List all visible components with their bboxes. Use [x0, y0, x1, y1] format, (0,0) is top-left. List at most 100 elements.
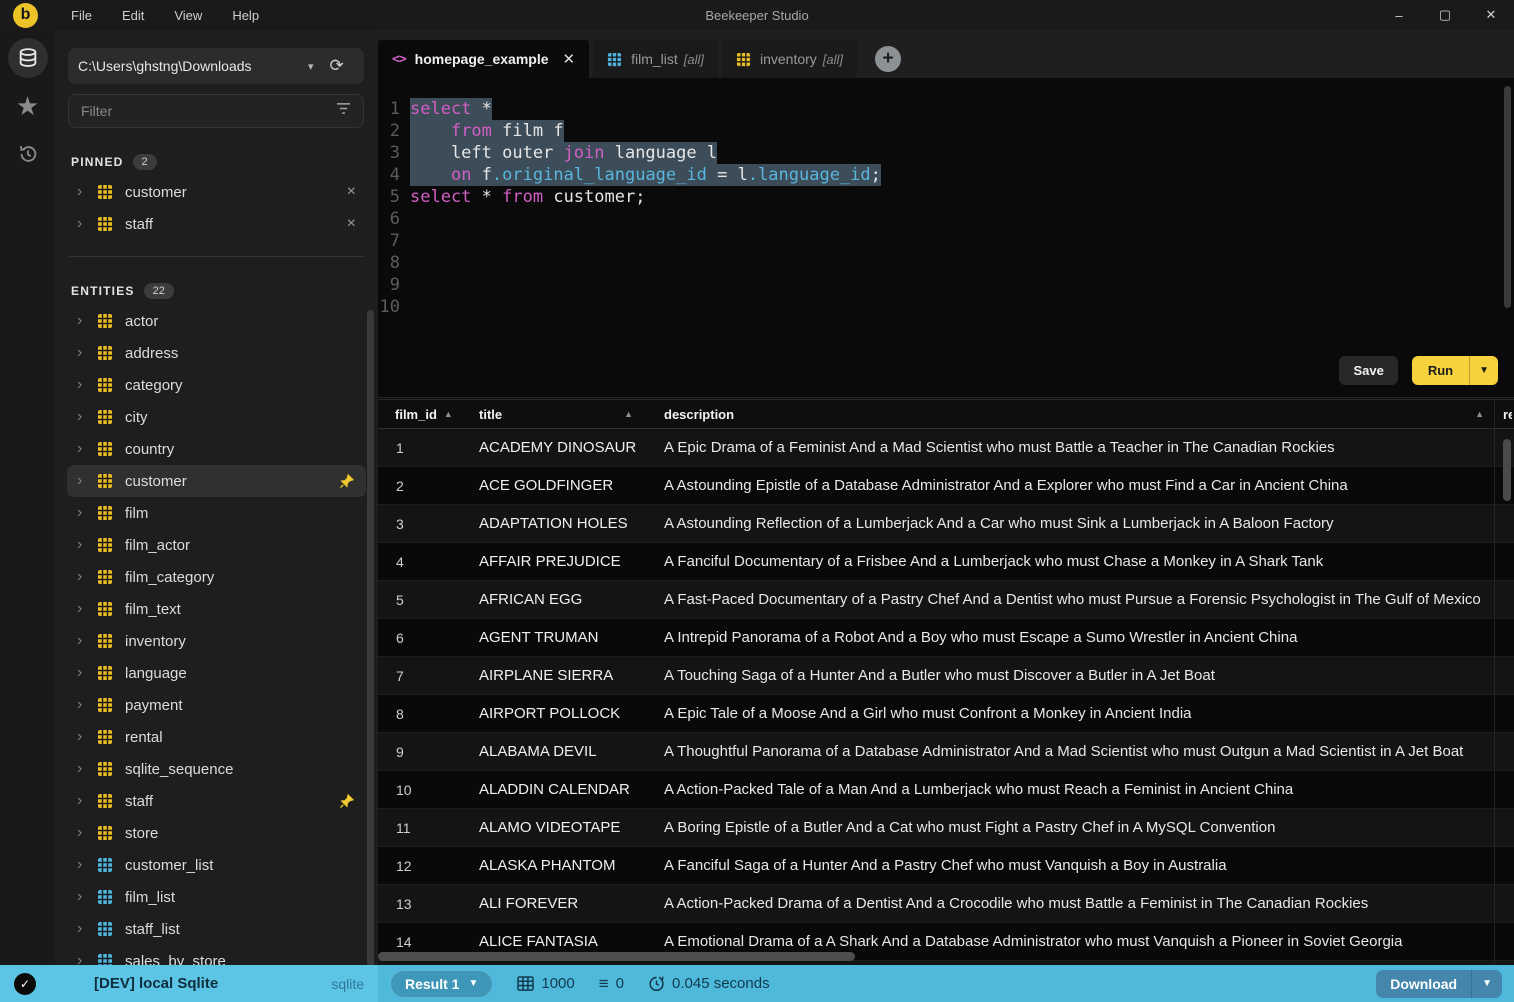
sidebar-scrollbar[interactable]: [367, 310, 374, 965]
history-icon[interactable]: [8, 134, 48, 174]
chevron-right-icon[interactable]: ›: [77, 792, 97, 810]
database-tab-icon[interactable]: [7, 38, 48, 78]
table-row[interactable]: 2 ACE GOLDFINGER A Astounding Epistle of a…: [378, 467, 1514, 505]
favorites-icon[interactable]: ★: [8, 86, 48, 126]
close-icon[interactable]: ✕: [1468, 7, 1514, 23]
sidebar-item-actor[interactable]: › actor: [67, 305, 366, 337]
cell-film-id: 4: [396, 553, 404, 570]
tab-homepage_example[interactable]: <> homepage_example ✕: [378, 40, 590, 78]
chevron-right-icon[interactable]: ›: [77, 664, 97, 682]
chevron-right-icon[interactable]: ›: [77, 536, 97, 554]
sidebar-item-staff_list[interactable]: › staff_list: [67, 913, 366, 945]
chevron-right-icon[interactable]: ›: [77, 728, 97, 746]
sql-editor[interactable]: 1 select * 2 from film f3 left outer join …: [378, 78, 1514, 398]
table-row[interactable]: 4 AFFAIR PREJUDICE A Fanciful Documentary …: [378, 543, 1514, 581]
menu-help[interactable]: Help: [217, 4, 274, 27]
save-button[interactable]: Save: [1339, 356, 1398, 385]
table-row[interactable]: 12 ALASKA PHANTOM A Fanciful Saga of a Hun…: [378, 847, 1514, 885]
chevron-right-icon[interactable]: ›: [77, 504, 97, 522]
chevron-right-icon[interactable]: ›: [77, 856, 97, 874]
chevron-right-icon[interactable]: ›: [77, 920, 97, 938]
sidebar-item-address[interactable]: › address: [67, 337, 366, 369]
table-row[interactable]: 10 ALADDIN CALENDAR A Action-Packed Tale o…: [378, 771, 1514, 809]
chevron-right-icon[interactable]: ›: [77, 696, 97, 714]
column-header-partial[interactable]: re: [1503, 407, 1512, 422]
chevron-right-icon[interactable]: ›: [77, 888, 97, 906]
chevron-right-icon[interactable]: ›: [77, 215, 97, 233]
sidebar-item-film_text[interactable]: › film_text: [67, 593, 366, 625]
pin-icon[interactable]: [339, 793, 354, 809]
sidebar-item-customer_list[interactable]: › customer_list: [67, 849, 366, 881]
chevron-right-icon[interactable]: ›: [77, 952, 97, 965]
sidebar-item-customer[interactable]: › customer ×: [67, 176, 366, 208]
table-row[interactable]: 7 AIRPLANE SIERRA A Touching Saga of a Hun…: [378, 657, 1514, 695]
chevron-right-icon[interactable]: ›: [77, 760, 97, 778]
chevron-right-icon[interactable]: ›: [77, 824, 97, 842]
sidebar-item-film_list[interactable]: › film_list: [67, 881, 366, 913]
chevron-right-icon[interactable]: ›: [77, 440, 97, 458]
sidebar-item-inventory[interactable]: › inventory: [67, 625, 366, 657]
chevron-right-icon[interactable]: ›: [77, 632, 97, 650]
sidebar-item-sqlite_sequence[interactable]: › sqlite_sequence: [67, 753, 366, 785]
run-button[interactable]: Run: [1411, 356, 1470, 385]
table-row[interactable]: 8 AIRPORT POLLOCK A Epic Tale of a Moose A…: [378, 695, 1514, 733]
chevron-right-icon[interactable]: ›: [77, 376, 97, 394]
download-button[interactable]: Download: [1376, 969, 1472, 998]
table-row[interactable]: 5 AFRICAN EGG A Fast-Paced Documentary of …: [378, 581, 1514, 619]
run-options-caret-icon[interactable]: ▼: [1469, 356, 1498, 385]
sidebar-item-sales_by_store[interactable]: › sales_by_store: [67, 945, 366, 965]
table-row[interactable]: 9 ALABAMA DEVIL A Thoughtful Panorama of a…: [378, 733, 1514, 771]
chevron-right-icon[interactable]: ›: [77, 568, 97, 586]
sidebar-item-staff[interactable]: › staff: [67, 785, 366, 817]
entity-label: customer_list: [125, 856, 214, 874]
sidebar-item-city[interactable]: › city: [67, 401, 366, 433]
table-row[interactable]: 11 ALAMO VIDEOTAPE A Boring Epistle of a B…: [378, 809, 1514, 847]
sidebar-item-film_actor[interactable]: › film_actor: [67, 529, 366, 561]
download-options-caret-icon[interactable]: ▼: [1471, 969, 1502, 998]
chevron-right-icon[interactable]: ›: [77, 344, 97, 362]
chevron-right-icon[interactable]: ›: [77, 183, 97, 201]
minimize-icon[interactable]: –: [1376, 8, 1422, 23]
sidebar-item-film[interactable]: › film: [67, 497, 366, 529]
sidebar-item-payment[interactable]: › payment: [67, 689, 366, 721]
filter-input[interactable]: Filter: [68, 94, 364, 128]
editor-scrollbar[interactable]: [1504, 86, 1511, 308]
sidebar-item-country[interactable]: › country: [67, 433, 366, 465]
sidebar-item-store[interactable]: › store: [67, 817, 366, 849]
maximize-icon[interactable]: ▢: [1422, 7, 1468, 23]
chevron-right-icon[interactable]: ›: [77, 408, 97, 426]
column-header-description[interactable]: description ▲: [643, 399, 1514, 429]
menu-view[interactable]: View: [159, 4, 217, 27]
chevron-right-icon[interactable]: ›: [77, 600, 97, 618]
table-row[interactable]: 3 ADAPTATION HOLES A Astounding Reflection…: [378, 505, 1514, 543]
column-header-film-id[interactable]: film_id ▲: [378, 399, 458, 429]
connection-status[interactable]: ✓ [DEV] local Sqlite sqlite: [0, 965, 378, 1002]
chevron-right-icon[interactable]: ›: [77, 312, 97, 330]
table-row[interactable]: 13 ALI FOREVER A Action-Packed Drama of a …: [378, 885, 1514, 923]
vertical-scrollbar[interactable]: [1503, 439, 1511, 501]
connection-dropdown[interactable]: C:\Users\ghstng\Downloads ▾ ⟳: [68, 48, 364, 84]
unpin-close-icon[interactable]: ×: [347, 215, 356, 233]
refresh-icon[interactable]: ⟳: [330, 56, 344, 76]
table-row[interactable]: 1 ACADEMY DINOSAUR A Epic Drama of a Femin…: [378, 429, 1514, 467]
unpin-close-icon[interactable]: ×: [347, 183, 356, 201]
menu-file[interactable]: File: [56, 4, 107, 27]
line-content: select *: [410, 98, 492, 120]
result-selector[interactable]: Result 1 ▼: [390, 969, 494, 998]
menu-edit[interactable]: Edit: [107, 4, 159, 27]
tab-film_list[interactable]: film_list [all]: [593, 40, 718, 78]
chevron-right-icon[interactable]: ›: [77, 472, 97, 490]
sidebar-item-film_category[interactable]: › film_category: [67, 561, 366, 593]
sidebar-item-category[interactable]: › category: [67, 369, 366, 401]
sidebar-item-language[interactable]: › language: [67, 657, 366, 689]
new-tab-button[interactable]: +: [875, 46, 902, 72]
tab-close-icon[interactable]: ✕: [563, 50, 576, 68]
horizontal-scrollbar[interactable]: [378, 952, 855, 961]
pin-icon[interactable]: [339, 473, 354, 489]
sidebar-item-customer[interactable]: › customer: [67, 465, 366, 497]
sidebar-item-staff[interactable]: › staff ×: [67, 208, 366, 240]
tab-inventory[interactable]: inventory [all]: [721, 40, 858, 78]
table-row[interactable]: 6 AGENT TRUMAN A Intrepid Panorama of a Ro…: [378, 619, 1514, 657]
column-header-title[interactable]: title ▲: [458, 399, 643, 429]
sidebar-item-rental[interactable]: › rental: [67, 721, 366, 753]
